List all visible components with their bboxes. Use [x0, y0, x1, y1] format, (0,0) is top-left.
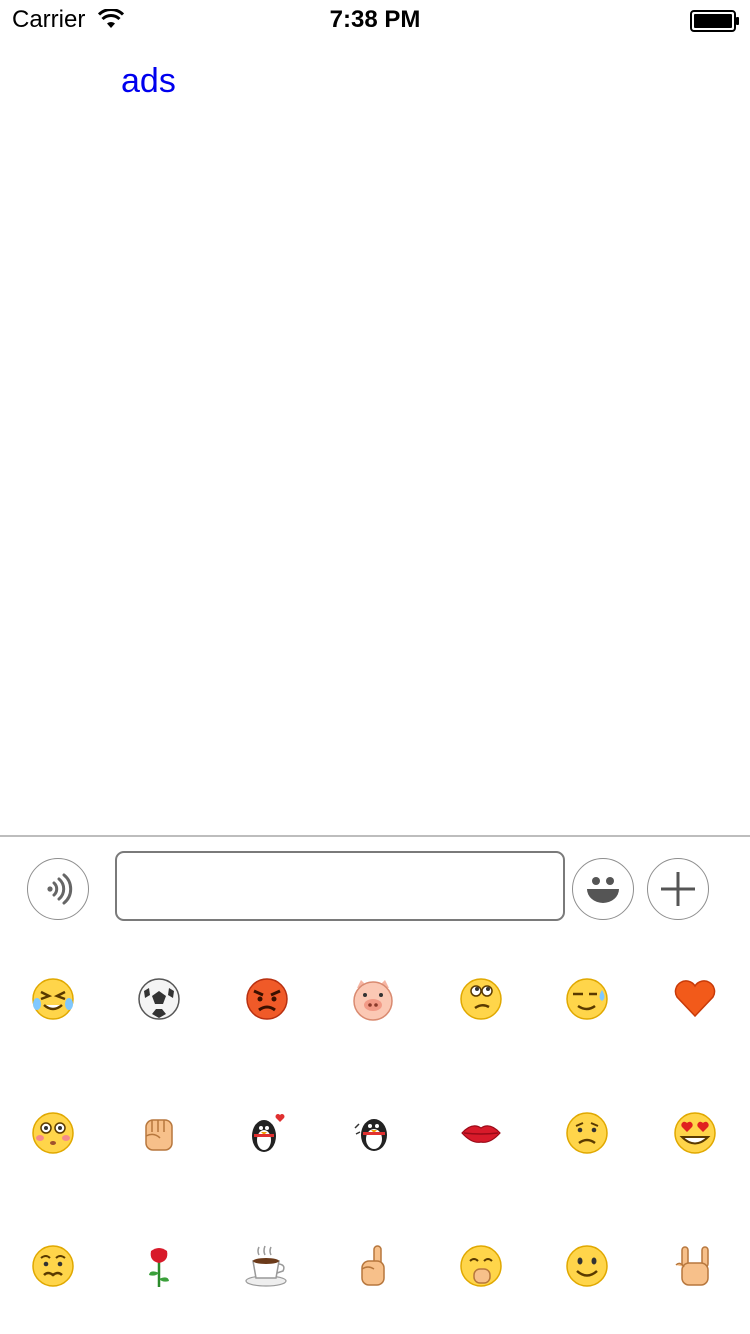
rock-hand-icon[interactable]	[665, 1236, 725, 1296]
heart-icon[interactable]	[665, 969, 725, 1029]
emoji-panel	[0, 935, 750, 1334]
voice-icon	[47, 873, 73, 905]
pointing-hand-icon[interactable]	[343, 1236, 403, 1296]
penguin-heart-icon[interactable]	[237, 1103, 297, 1163]
screen: Carrier 7:38 PM ads	[0, 0, 750, 1334]
message-input[interactable]	[115, 851, 565, 921]
plus-icon	[661, 872, 695, 906]
smiling-face-icon[interactable]	[557, 1236, 617, 1296]
input-toolbar	[0, 835, 750, 935]
thinking-face-icon[interactable]	[451, 969, 511, 1029]
pig-face-icon[interactable]	[343, 969, 403, 1029]
fist-icon[interactable]	[129, 1103, 189, 1163]
battery-icon	[690, 10, 739, 32]
plus-button[interactable]	[647, 858, 709, 920]
heart-eyes-face-icon[interactable]	[665, 1103, 725, 1163]
worried-face-icon[interactable]	[23, 1236, 83, 1296]
blushing-face-icon[interactable]	[23, 1103, 83, 1163]
penguin-dance-icon[interactable]	[343, 1103, 403, 1163]
status-time: 7:38 PM	[329, 6, 421, 33]
sad-face-icon[interactable]	[557, 1103, 617, 1163]
smiley-icon	[587, 877, 619, 903]
voice-button[interactable]	[27, 858, 89, 920]
emoji-button[interactable]	[572, 858, 634, 920]
angry-face-icon[interactable]	[237, 969, 297, 1029]
ads-link[interactable]: ads	[121, 62, 176, 101]
status-bar: Carrier 7:38 PM	[0, 0, 750, 40]
crying-laugh-face-icon[interactable]	[23, 969, 83, 1029]
shy-face-icon[interactable]	[451, 1236, 511, 1296]
sweat-face-icon[interactable]	[557, 969, 617, 1029]
lips-icon[interactable]	[451, 1103, 511, 1163]
soccer-ball-icon[interactable]	[129, 969, 189, 1029]
rose-icon[interactable]	[129, 1236, 189, 1296]
coffee-cup-icon[interactable]	[237, 1236, 297, 1296]
